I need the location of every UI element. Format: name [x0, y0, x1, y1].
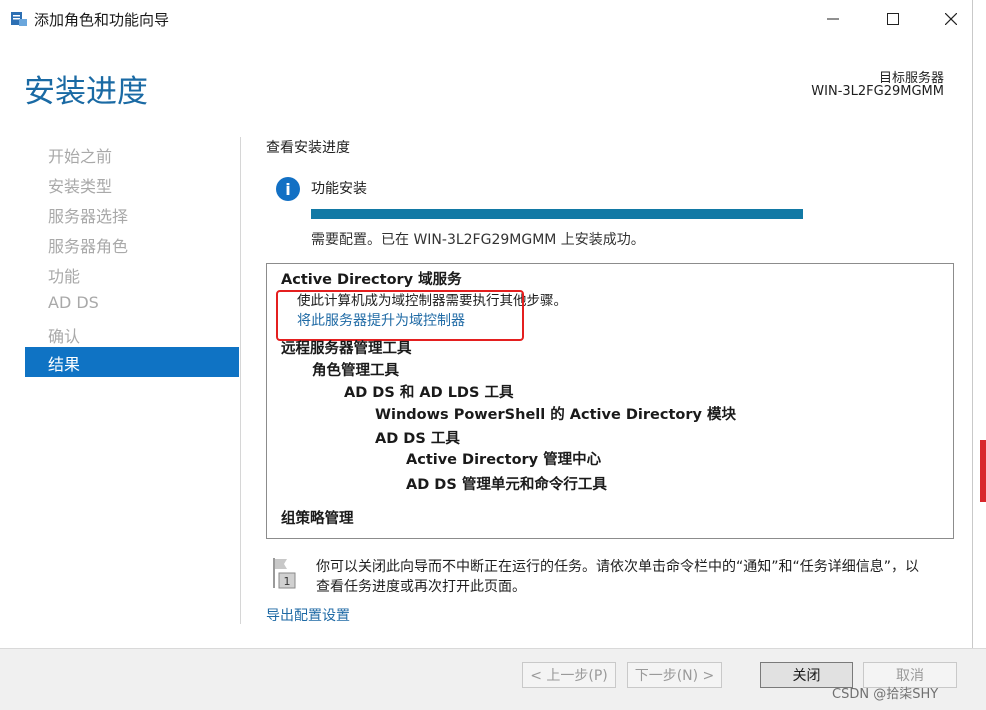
result-rsat: 远程服务器管理工具 [281, 341, 412, 357]
flag-icon: 1 [273, 558, 296, 589]
sidebar-step-installation-type: 安装类型 [48, 177, 113, 196]
install-status-text: 需要配置。已在 WIN-3L2FG29MGMM 上安装成功。 [311, 232, 645, 248]
window-title: 添加角色和功能向导 [34, 11, 170, 29]
progress-bar-fill [311, 209, 803, 219]
window-border [972, 0, 973, 648]
sidebar-divider [240, 137, 241, 624]
sidebar-step-features: 功能 [48, 267, 81, 286]
result-adds-adlds-tools: AD DS 和 AD LDS 工具 [344, 385, 514, 401]
page-title: 安装进度 [24, 74, 148, 110]
notice-badge: 1 [284, 575, 291, 588]
result-ad-admin-center: Active Directory 管理中心 [406, 452, 602, 468]
sidebar-step-server-selection: 服务器选择 [48, 207, 129, 226]
result-role-tools: 角色管理工具 [312, 363, 399, 379]
result-group-policy-management: 组策略管理 [281, 511, 354, 527]
notice-text-line1: 你可以关闭此向导而不中断正在运行的任务。请依次单击命令栏中的“通知”和“任务详细… [316, 559, 920, 575]
minimize-icon [827, 18, 839, 20]
info-icon: i [276, 177, 300, 201]
result-adds-snapins: AD DS 管理单元和命令行工具 [406, 477, 607, 493]
sidebar-step-ad-ds: AD DS [48, 293, 99, 312]
sidebar-step-confirmation: 确认 [48, 327, 81, 346]
minimize-button[interactable] [810, 0, 856, 38]
export-config-link[interactable]: 导出配置设置 [266, 605, 350, 625]
progress-bar [311, 209, 803, 219]
close-icon [945, 13, 957, 25]
section-title: 查看安装进度 [266, 140, 350, 156]
notice-text-line2: 查看任务进度或再次打开此页面。 [316, 579, 526, 595]
maximize-button[interactable] [870, 0, 916, 38]
sidebar-step-server-roles: 服务器角色 [48, 237, 129, 256]
maximize-icon [887, 13, 899, 25]
highlight-annotation [276, 290, 524, 341]
background-window-edge [980, 440, 986, 502]
sidebar-step-before-you-begin: 开始之前 [48, 147, 113, 166]
server-manager-icon [11, 12, 27, 26]
result-adds-tools: AD DS 工具 [375, 431, 460, 447]
next-button[interactable]: 下一步(N) > [627, 662, 722, 688]
sidebar-step-results-label: 结果 [48, 355, 81, 374]
watermark: CSDN @拾柒SHY [832, 687, 939, 702]
result-ad-ds-title: Active Directory 域服务 [281, 272, 462, 288]
previous-button[interactable]: < 上一步(P) [522, 662, 616, 688]
target-server-name: WIN-3L2FG29MGMM [811, 84, 944, 99]
close-window-button[interactable] [928, 0, 974, 38]
feature-install-label: 功能安装 [311, 181, 367, 197]
result-powershell-module: Windows PowerShell 的 Active Directory 模块 [375, 407, 736, 423]
